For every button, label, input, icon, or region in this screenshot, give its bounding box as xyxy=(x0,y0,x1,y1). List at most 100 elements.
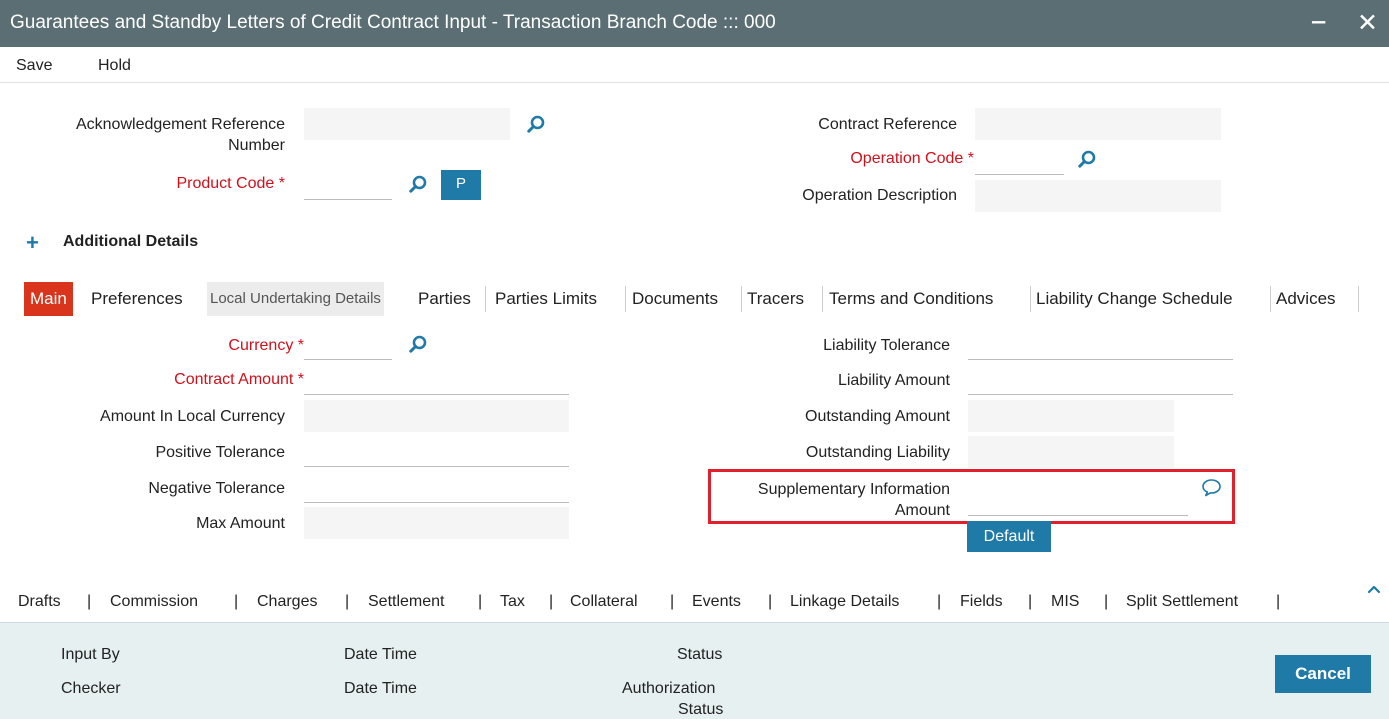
tab-terms-and-conditions[interactable]: Terms and Conditions xyxy=(825,282,993,316)
audit-footer: Input By Checker Date Time Date Time Sta… xyxy=(0,622,1389,719)
amount-local-currency-input xyxy=(304,400,569,432)
comment-icon[interactable] xyxy=(1201,478,1222,497)
subsystem-separator: | xyxy=(478,593,483,610)
linkage-details-link[interactable]: Linkage Details xyxy=(790,593,899,611)
tab-documents[interactable]: Documents xyxy=(628,282,718,316)
outstanding-amount-label: Outstanding Amount xyxy=(805,408,950,425)
authorization-status-label: Status xyxy=(678,701,724,718)
status-label: Status xyxy=(677,646,723,663)
subsystem-separator: | xyxy=(87,593,92,610)
menu-bar: Save Hold xyxy=(0,47,1389,83)
tab-separator xyxy=(625,286,626,312)
cancel-button[interactable]: Cancel xyxy=(1275,655,1371,693)
liability-tolerance-input[interactable] xyxy=(968,328,1233,360)
liability-amount-label: Liability Amount xyxy=(837,372,950,389)
authorization-label: Authorization xyxy=(622,680,716,697)
subsystem-separator: | xyxy=(1028,593,1033,610)
default-button[interactable]: Default xyxy=(967,521,1051,552)
window-title: Guarantees and Standby Letters of Credit… xyxy=(10,12,776,33)
contract-amount-input[interactable] xyxy=(304,363,569,395)
tab-separator xyxy=(1358,286,1359,312)
subsystem-separator: | xyxy=(1104,593,1109,610)
contract-ref-input[interactable] xyxy=(975,108,1221,140)
max-amount-label: Max Amount xyxy=(196,515,285,532)
subsystem-separator: | xyxy=(768,593,773,610)
chevron-up-icon[interactable] xyxy=(1366,583,1382,595)
operation-desc-label: Operation Description xyxy=(802,187,957,204)
search-icon[interactable] xyxy=(409,175,427,193)
tab-liability-change-schedule[interactable]: Liability Change Schedule xyxy=(1032,282,1233,316)
contract-amount-label: Contract Amount * xyxy=(174,371,304,388)
subsystem-separator: | xyxy=(670,593,675,610)
max-amount-input xyxy=(304,507,569,539)
tab-preferences[interactable]: Preferences xyxy=(87,282,183,316)
negative-tolerance-label: Negative Tolerance xyxy=(148,480,285,497)
tab-advices[interactable]: Advices xyxy=(1272,282,1336,316)
save-button[interactable]: Save xyxy=(16,57,52,75)
subsystem-separator: | xyxy=(1276,593,1281,610)
tax-link[interactable]: Tax xyxy=(500,593,525,611)
liability-tolerance-label: Liability Tolerance xyxy=(823,337,950,354)
product-code-input[interactable] xyxy=(304,168,392,200)
ack-ref-label-2: Number xyxy=(228,137,285,154)
search-icon[interactable] xyxy=(1078,150,1096,168)
subsystems-bar: Drafts | Commission | Charges | Settleme… xyxy=(0,582,1389,622)
additional-details-toggle[interactable]: Additional Details xyxy=(63,233,198,251)
positive-tolerance-input[interactable] xyxy=(304,435,569,467)
settlement-link[interactable]: Settlement xyxy=(368,593,444,611)
outstanding-liability-label: Outstanding Liability xyxy=(805,444,950,461)
search-icon[interactable] xyxy=(409,335,427,353)
tab-separator xyxy=(741,286,742,312)
checker-label: Checker xyxy=(61,680,121,697)
contract-ref-label: Contract Reference xyxy=(818,116,957,133)
supplementary-info-label: Supplementary Information xyxy=(757,481,950,498)
tab-tracers[interactable]: Tracers xyxy=(743,282,804,316)
tab-separator xyxy=(485,286,486,312)
fields-link[interactable]: Fields xyxy=(960,593,1003,611)
mis-link[interactable]: MIS xyxy=(1051,593,1079,611)
input-by-label: Input By xyxy=(61,646,120,663)
minimize-button[interactable]: ‒ xyxy=(1312,8,1325,36)
tab-separator xyxy=(1270,286,1271,312)
operation-code-input[interactable] xyxy=(975,143,1064,175)
date-time-label: Date Time xyxy=(344,646,417,663)
tab-parties[interactable]: Parties xyxy=(414,282,471,316)
collateral-link[interactable]: Collateral xyxy=(570,593,638,611)
date-time-label-2: Date Time xyxy=(344,680,417,697)
outstanding-amount-input xyxy=(968,400,1174,432)
product-p-button[interactable]: P xyxy=(441,170,481,200)
outstanding-liability-input xyxy=(968,436,1174,468)
search-icon[interactable] xyxy=(527,115,545,133)
negative-tolerance-input[interactable] xyxy=(304,471,569,503)
currency-label: Currency * xyxy=(228,337,304,354)
product-code-label: Product Code * xyxy=(176,175,285,192)
subsystem-separator: | xyxy=(234,593,239,610)
amount-local-currency-label: Amount In Local Currency xyxy=(100,408,285,425)
commission-link[interactable]: Commission xyxy=(110,593,198,611)
supplementary-info-label-2: Amount xyxy=(894,502,950,519)
operation-code-label: Operation Code * xyxy=(850,150,974,167)
ack-ref-input[interactable] xyxy=(304,108,510,140)
charges-link[interactable]: Charges xyxy=(257,593,317,611)
operation-desc-input[interactable] xyxy=(975,180,1221,212)
tab-parties-limits[interactable]: Parties Limits xyxy=(491,282,597,316)
ack-ref-label: Acknowledgement Reference xyxy=(75,116,285,133)
currency-input[interactable] xyxy=(304,328,392,360)
subsystem-separator: | xyxy=(345,593,350,610)
title-bar: Guarantees and Standby Letters of Credit… xyxy=(0,0,1389,47)
subsystem-separator: | xyxy=(549,593,554,610)
hold-button[interactable]: Hold xyxy=(98,57,131,75)
tab-main[interactable]: Main xyxy=(24,282,73,316)
close-button[interactable]: ✕ xyxy=(1357,8,1378,38)
expand-plus-icon[interactable]: + xyxy=(26,230,39,256)
subsystem-separator: | xyxy=(937,593,942,610)
events-link[interactable]: Events xyxy=(692,593,741,611)
supplementary-info-input[interactable] xyxy=(968,484,1188,516)
liability-amount-input[interactable] xyxy=(968,363,1233,395)
tab-local-undertaking-details[interactable]: Local Undertaking Details xyxy=(207,282,384,316)
drafts-link[interactable]: Drafts xyxy=(18,593,61,611)
positive-tolerance-label: Positive Tolerance xyxy=(155,444,285,461)
tab-separator xyxy=(822,286,823,312)
tab-separator xyxy=(1030,286,1031,312)
split-settlement-link[interactable]: Split Settlement xyxy=(1126,593,1238,611)
